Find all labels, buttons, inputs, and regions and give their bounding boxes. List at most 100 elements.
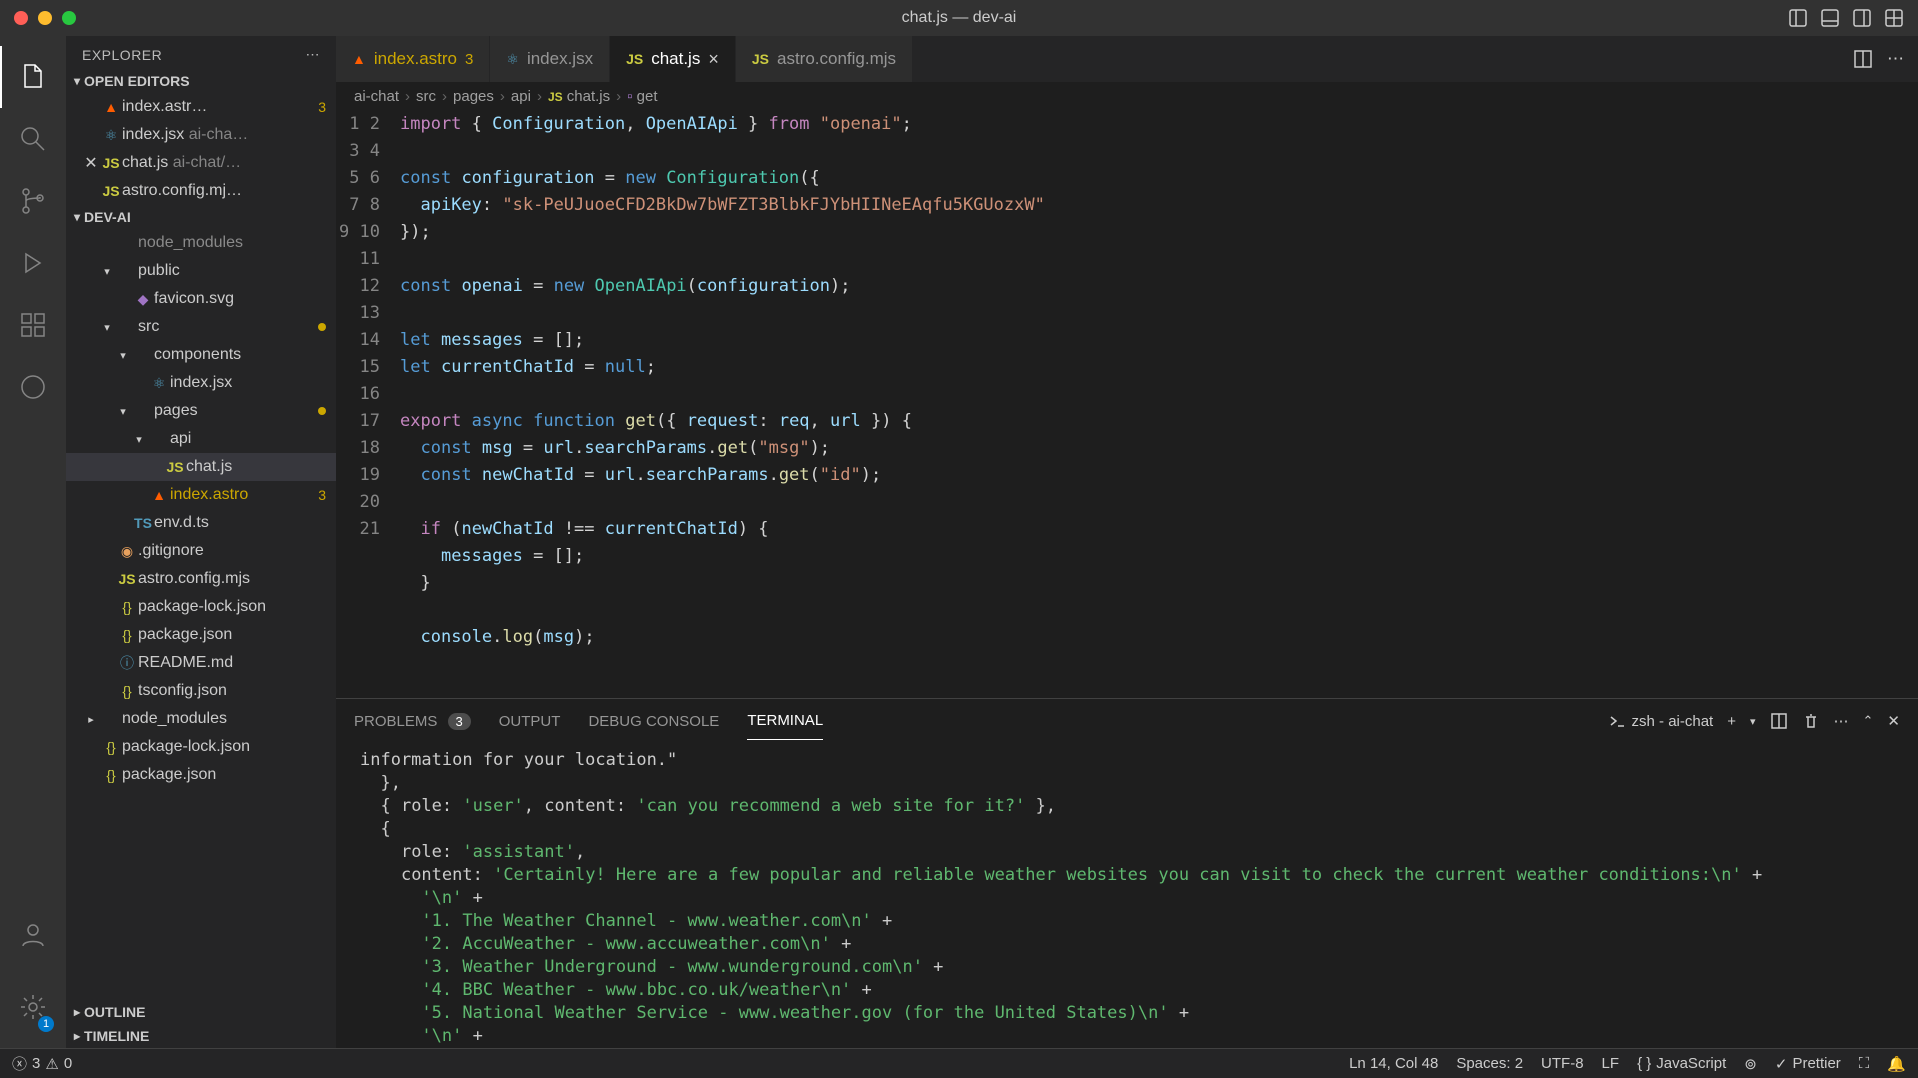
activity-search[interactable]	[0, 108, 66, 170]
status-encoding[interactable]: UTF-8	[1541, 1055, 1584, 1072]
tree-item[interactable]: node_modules	[66, 229, 336, 257]
tree-item[interactable]: ▾ src	[66, 313, 336, 341]
activity-source-control[interactable]	[0, 170, 66, 232]
toggle-primary-sidebar-icon[interactable]	[1788, 8, 1808, 28]
kill-terminal-icon[interactable]	[1802, 712, 1820, 730]
code-editor[interactable]: 1 2 3 4 5 6 7 8 9 10 11 12 13 14 15 16 1…	[336, 111, 1918, 698]
breadcrumb-item[interactable]: ▫ get	[627, 88, 657, 105]
sidebar-more-icon[interactable]: ⋯	[306, 46, 321, 63]
close-icon[interactable]: ✕	[82, 153, 100, 173]
tree-item[interactable]: ◉ .gitignore	[66, 537, 336, 565]
tree-item[interactable]: ▸ node_modules	[66, 705, 336, 733]
close-tab-icon[interactable]: ×	[708, 49, 719, 70]
activity-extensions[interactable]	[0, 294, 66, 356]
open-editor-item[interactable]: ⚛ index.jsx ai-cha…	[66, 121, 336, 149]
files-icon	[18, 62, 48, 92]
breadcrumb-item[interactable]: api	[511, 88, 531, 105]
status-bell-icon[interactable]: 🔔	[1887, 1055, 1906, 1073]
file-label: tsconfig.json	[138, 682, 336, 700]
close-window-button[interactable]	[14, 11, 28, 25]
file-label: components	[154, 346, 336, 364]
status-feedback-icon[interactable]: ⛶	[1859, 1055, 1870, 1072]
chevron-down-icon: ▾	[74, 210, 80, 224]
more-actions-icon[interactable]: ⋯	[1887, 49, 1904, 69]
file-label: index.astr…	[122, 98, 318, 116]
breadcrumb-item[interactable]: ai-chat	[354, 88, 399, 105]
editor-tab[interactable]: ▲ index.astro 3	[336, 36, 490, 82]
terminal-selector[interactable]: zsh - ai-chat	[1608, 712, 1714, 730]
braces-icon: { }	[1637, 1055, 1651, 1072]
status-eol[interactable]: LF	[1602, 1055, 1620, 1072]
status-indent[interactable]: Spaces: 2	[1456, 1055, 1523, 1072]
minimize-window-button[interactable]	[38, 11, 52, 25]
open-editors-header[interactable]: ▾ OPEN EDITORS	[66, 69, 336, 93]
outline-header[interactable]: ▸ OUTLINE	[66, 1000, 336, 1024]
project-header[interactable]: ▾ DEV-AI	[66, 205, 336, 229]
settings-badge: 1	[38, 1016, 54, 1032]
tab-problems[interactable]: PROBLEMS 3	[354, 703, 471, 740]
timeline-header[interactable]: ▸ TIMELINE	[66, 1024, 336, 1048]
activity-accounts[interactable]	[0, 904, 66, 966]
split-editor-icon[interactable]	[1853, 49, 1873, 69]
toggle-panel-icon[interactable]	[1820, 8, 1840, 28]
tree-item[interactable]: {} package-lock.json	[66, 593, 336, 621]
open-editor-item[interactable]: ▲ index.astr… 3	[66, 93, 336, 121]
editor-tab[interactable]: JS chat.js ×	[610, 36, 736, 82]
tree-item[interactable]: ⚛ index.jsx	[66, 369, 336, 397]
file-label: src	[138, 318, 318, 336]
breadcrumb-separator: ›	[500, 88, 505, 105]
tree-item[interactable]: ▾ public	[66, 257, 336, 285]
tree-item[interactable]: {} package.json	[66, 761, 336, 789]
tree-item[interactable]: TS env.d.ts	[66, 509, 336, 537]
toggle-secondary-sidebar-icon[interactable]	[1852, 8, 1872, 28]
tab-terminal[interactable]: TERMINAL	[747, 702, 823, 740]
activity-settings[interactable]: 1	[0, 976, 66, 1038]
tree-item[interactable]: ▲ index.astro 3	[66, 481, 336, 509]
editor-tab[interactable]: JS astro.config.mjs	[736, 36, 913, 82]
tree-item[interactable]: {} tsconfig.json	[66, 677, 336, 705]
tree-item[interactable]: ◆ favicon.svg	[66, 285, 336, 313]
terminal-output[interactable]: information for your location." }, { rol…	[336, 743, 1918, 1048]
tree-item[interactable]: JS chat.js	[66, 453, 336, 481]
more-terminal-icon[interactable]: ⋯	[1834, 712, 1849, 730]
file-label: favicon.svg	[154, 290, 336, 308]
terminal-icon	[1608, 712, 1626, 730]
breadcrumbs[interactable]: ai-chat› src› pages› api›JS chat.js›▫ ge…	[336, 82, 1918, 111]
tree-item[interactable]: ⓘ README.md	[66, 649, 336, 677]
terminal-dropdown-icon[interactable]: ▾	[1750, 715, 1756, 728]
tree-item[interactable]: {} package-lock.json	[66, 733, 336, 761]
status-language[interactable]: { } JavaScript	[1637, 1055, 1726, 1072]
tree-item[interactable]: JS astro.config.mjs	[66, 565, 336, 593]
chevron-right-icon: ▸	[74, 1029, 80, 1043]
open-editor-item[interactable]: ✕ JS chat.js ai-chat/…	[66, 149, 336, 177]
activity-run-debug[interactable]	[0, 232, 66, 294]
customize-layout-icon[interactable]	[1884, 8, 1904, 28]
status-errors[interactable]: ⓧ 3 ⚠ 0	[12, 1053, 72, 1074]
code-content[interactable]: import { Configuration, OpenAIApi } from…	[400, 111, 1918, 698]
tab-output[interactable]: OUTPUT	[499, 703, 561, 740]
chevron-down-icon: ▾	[74, 74, 80, 88]
maximize-panel-icon[interactable]: ⌃	[1863, 713, 1874, 729]
close-panel-icon[interactable]: ✕	[1887, 712, 1900, 730]
open-editor-item[interactable]: JS astro.config.mj…	[66, 177, 336, 205]
maximize-window-button[interactable]	[62, 11, 76, 25]
activity-edge[interactable]	[0, 356, 66, 418]
editor-tab[interactable]: ⚛ index.jsx	[490, 36, 610, 82]
chevron-icon: ▾	[114, 405, 132, 418]
tab-label: index.astro	[374, 49, 457, 69]
tree-item[interactable]: {} package.json	[66, 621, 336, 649]
tree-item[interactable]: ▾ components	[66, 341, 336, 369]
breadcrumb-item[interactable]: JS chat.js	[548, 88, 610, 105]
split-terminal-icon[interactable]	[1770, 712, 1788, 730]
activity-explorer[interactable]	[0, 46, 66, 108]
breadcrumb-item[interactable]: src	[416, 88, 436, 105]
status-copilot-icon[interactable]: ⊚	[1744, 1055, 1757, 1073]
tree-item[interactable]: ▾ pages	[66, 397, 336, 425]
new-terminal-icon[interactable]: +	[1727, 713, 1736, 730]
breadcrumb-item[interactable]: pages	[453, 88, 494, 105]
status-cursor[interactable]: Ln 14, Col 48	[1349, 1055, 1438, 1072]
status-prettier[interactable]: ✓ Prettier	[1775, 1055, 1841, 1073]
tab-debug-console[interactable]: DEBUG CONSOLE	[588, 703, 719, 740]
file-label: pages	[154, 402, 318, 420]
tree-item[interactable]: ▾ api	[66, 425, 336, 453]
